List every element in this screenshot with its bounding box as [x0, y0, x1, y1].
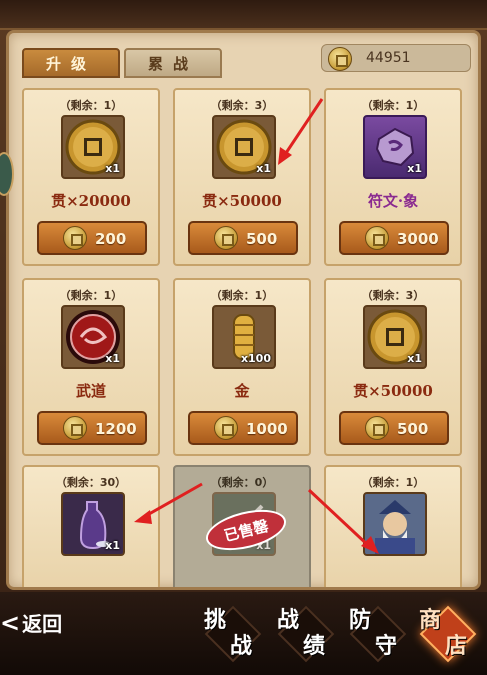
- item-quantity: x1: [407, 162, 422, 175]
- item-price: 500: [397, 420, 429, 438]
- item-name: 金: [234, 382, 250, 400]
- coin-icon: [63, 226, 87, 250]
- nav-label: 挑: [204, 607, 227, 633]
- coin-icon: [214, 226, 238, 250]
- top-decoration: [0, 0, 487, 30]
- remaining-count: （剩余：1）: [361, 99, 425, 112]
- remaining-count: （剩余：30）: [55, 476, 127, 489]
- buy-button[interactable]: 500: [339, 411, 449, 445]
- shop-item-card[interactable]: （剩余：1） x1 符文·象 3000: [324, 88, 462, 266]
- item-icon-frame: x1: [61, 115, 125, 179]
- general-portrait-icon: [365, 494, 425, 554]
- item-name: 贯×50000: [353, 382, 433, 400]
- chevron-left-icon: <: [0, 608, 21, 637]
- buy-button[interactable]: 3000: [339, 221, 449, 255]
- remaining-count: （剩余：3）: [361, 289, 425, 302]
- item-price: 1000: [246, 420, 288, 438]
- item-price: 1200: [95, 420, 137, 438]
- item-price: 200: [95, 230, 127, 248]
- remaining-count: （剩余：1）: [210, 289, 274, 302]
- shop-item-card[interactable]: （剩余：3） x1 贯×50000 500: [173, 88, 311, 266]
- item-price: 3000: [397, 230, 439, 248]
- coin-icon: [365, 416, 389, 440]
- nav-label: 战: [230, 633, 253, 659]
- remaining-count: （剩余：1）: [59, 99, 123, 112]
- item-icon-frame: x1: [363, 305, 427, 369]
- buy-button[interactable]: 500: [188, 221, 298, 255]
- coin-icon: [63, 416, 87, 440]
- item-icon-frame: x1: [212, 115, 276, 179]
- nav-label: 店: [445, 633, 468, 659]
- remaining-count: （剩余：3）: [210, 99, 274, 112]
- nav-label: 守: [375, 633, 398, 659]
- remaining-count: （剩余：1）: [59, 289, 123, 302]
- item-icon-frame: x1: [61, 305, 125, 369]
- nav-challenge[interactable]: 挑 战: [196, 598, 270, 664]
- coin-icon: [328, 47, 352, 71]
- buy-button[interactable]: 200: [37, 221, 147, 255]
- item-icon-frame: [363, 492, 427, 556]
- nav-shop[interactable]: 商 店: [411, 598, 485, 664]
- nav-label: 防: [349, 607, 372, 633]
- item-quantity: x1: [105, 539, 120, 552]
- nav-defense[interactable]: 防 守: [341, 598, 415, 664]
- back-label: 返回: [22, 612, 63, 636]
- remaining-count: （剩余：1）: [361, 476, 425, 489]
- shop-item-card-sold-out: （剩余：0） x1 已售罄: [173, 465, 311, 587]
- item-price: 500: [246, 230, 278, 248]
- item-quantity: x100: [240, 352, 271, 365]
- item-name: 贯×50000: [202, 192, 282, 210]
- tab-upgrade[interactable]: 升级: [22, 48, 120, 78]
- currency-amount: 44951: [366, 50, 411, 66]
- back-button[interactable]: < 返回: [0, 605, 78, 641]
- item-name: 武道: [75, 382, 106, 400]
- currency-display: 44951: [321, 44, 471, 72]
- coin-icon: [214, 416, 238, 440]
- nav-battle-record[interactable]: 战 绩: [269, 598, 343, 664]
- item-icon-frame: x100: [212, 305, 276, 369]
- shop-item-card[interactable]: （剩余：1）: [324, 465, 462, 587]
- nav-label: 商: [419, 607, 442, 633]
- item-quantity: x1: [105, 162, 120, 175]
- shop-item-card[interactable]: （剩余：1） x100 金 1000: [173, 278, 311, 456]
- shop-panel: 升级 累战 44951 （剩余：1） x1 贯×20000 200 （剩余：3）…: [6, 30, 481, 590]
- item-quantity: x1: [256, 162, 271, 175]
- item-name: 贯×20000: [51, 192, 131, 210]
- shop-item-card[interactable]: （剩余：1） x1 武道 1200: [22, 278, 160, 456]
- tab-accumulated-battle[interactable]: 累战: [124, 48, 222, 78]
- shop-item-card[interactable]: （剩余：30） x1: [22, 465, 160, 587]
- remaining-count: （剩余：0）: [210, 476, 274, 489]
- nav-label: 战: [277, 607, 300, 633]
- item-icon-frame: x1: [363, 115, 427, 179]
- buy-button[interactable]: 1200: [37, 411, 147, 445]
- shop-item-card[interactable]: （剩余：1） x1 贯×20000 200: [22, 88, 160, 266]
- item-icon-frame: x1: [61, 492, 125, 556]
- nav-label: 绩: [303, 633, 326, 659]
- item-name: 符文·象: [367, 192, 419, 210]
- item-quantity: x1: [407, 352, 422, 365]
- coin-icon: [365, 226, 389, 250]
- buy-button[interactable]: 1000: [188, 411, 298, 445]
- shop-item-card[interactable]: （剩余：3） x1 贯×50000 500: [324, 278, 462, 456]
- item-quantity: x1: [105, 352, 120, 365]
